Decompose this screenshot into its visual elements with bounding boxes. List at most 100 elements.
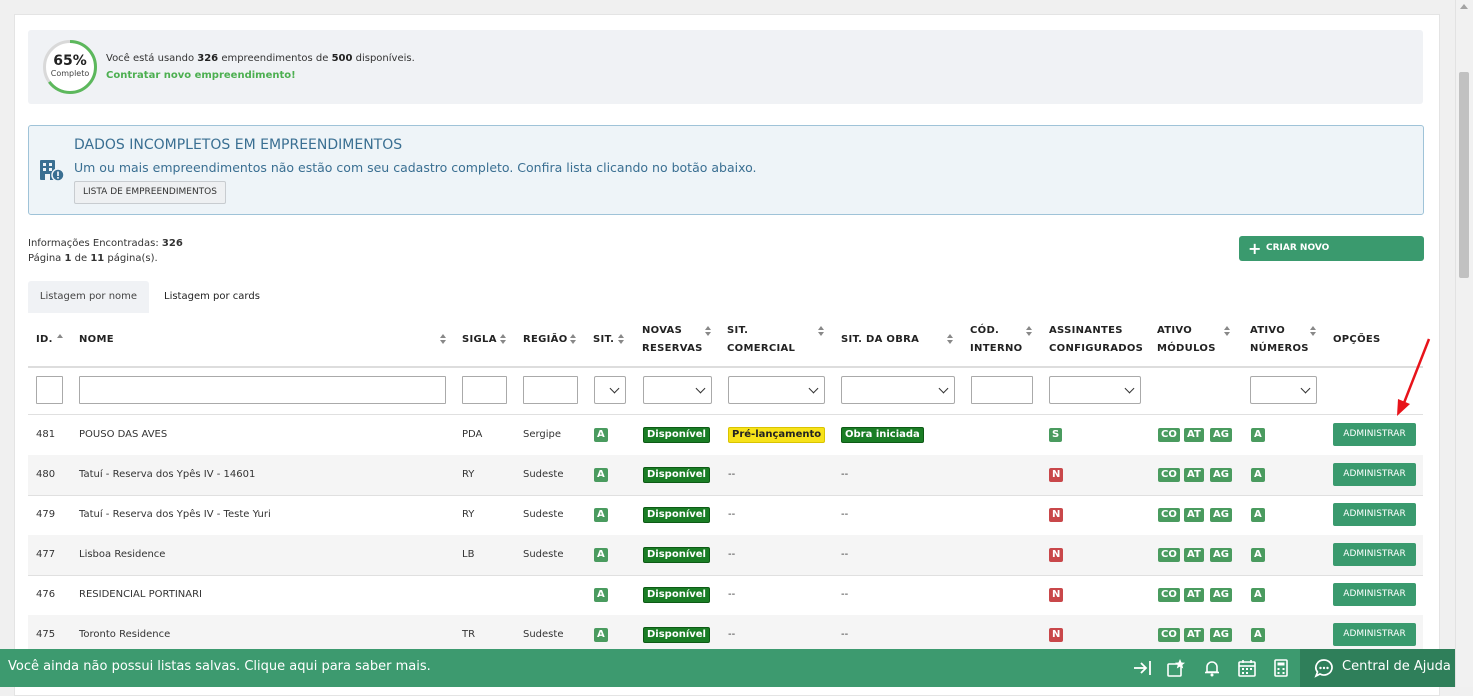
- usage-used: 326: [197, 53, 219, 64]
- filter-nome-input[interactable]: [79, 376, 446, 404]
- modulo-badge: CO: [1158, 428, 1180, 442]
- sit-badge: A: [594, 588, 608, 602]
- sort-icon[interactable]: [439, 334, 447, 346]
- numeros-badge: A: [1251, 548, 1265, 562]
- assinantes-badge: N: [1049, 588, 1064, 602]
- sort-icon[interactable]: [499, 334, 507, 346]
- help-center-label: Central de Ajuda: [1342, 659, 1451, 674]
- calculator-icon[interactable]: [1271, 658, 1291, 678]
- row-id: 479: [36, 509, 56, 520]
- tab-list-by-name[interactable]: Listagem por nome: [28, 281, 149, 313]
- sort-icon[interactable]: [817, 326, 825, 338]
- usage-text: Você está usando 326 empreendimentos de …: [106, 53, 415, 64]
- calendar-icon[interactable]: [1237, 658, 1257, 678]
- chevron-down-icon: [808, 383, 819, 394]
- row-sigla: RY: [462, 509, 475, 520]
- sort-icon[interactable]: [1309, 326, 1317, 338]
- usage-percent: 65% Completo: [42, 39, 98, 95]
- results-count: Informações Encontradas: 326: [28, 238, 183, 249]
- sort-icon[interactable]: [617, 334, 625, 346]
- row-sigla: RY: [462, 469, 475, 480]
- usage-panel: 65% Completo Você está usando 326 empree…: [28, 30, 1423, 104]
- bell-icon[interactable]: [1202, 658, 1222, 678]
- modulo-badge: AT: [1184, 628, 1204, 642]
- col-sit[interactable]: SIT.: [593, 314, 614, 366]
- sort-icon[interactable]: [1025, 326, 1033, 338]
- filter-sigla-input[interactable]: [462, 376, 507, 404]
- row-id: 477: [36, 549, 56, 560]
- saved-lists-message[interactable]: Você ainda não possui listas salvas. Cli…: [8, 649, 431, 685]
- col-nome[interactable]: NOME: [79, 314, 114, 366]
- filter-id-input[interactable]: [36, 376, 63, 404]
- col-ativo-modulos[interactable]: ATIVO MÓDULOS: [1157, 314, 1216, 366]
- filter-assinantes-select[interactable]: [1049, 376, 1141, 404]
- sort-icon[interactable]: [946, 334, 954, 346]
- tab-list-by-cards[interactable]: Listagem por cards: [164, 281, 260, 313]
- sort-asc-icon[interactable]: [56, 334, 64, 346]
- filter-reservas-select[interactable]: [643, 376, 712, 404]
- col-regiao[interactable]: REGIÃO: [523, 314, 568, 366]
- administrar-button[interactable]: ADMINISTRAR: [1333, 543, 1416, 566]
- filter-sit-select[interactable]: [594, 376, 626, 404]
- modulo-badge: AG: [1210, 628, 1232, 642]
- administrar-button[interactable]: ADMINISTRAR: [1333, 583, 1416, 606]
- assinantes-badge: N: [1049, 628, 1064, 642]
- table-row: 477 Lisboa Residence LB Sudeste A Disponível -…: [28, 535, 1423, 576]
- incomplete-data-alert: DADOS INCOMPLETOS EM EMPREENDIMENTOS Um …: [28, 125, 1424, 215]
- sit-badge: A: [594, 508, 608, 522]
- col-ativo-numeros[interactable]: ATIVO NÚMEROS: [1250, 314, 1309, 366]
- chevron-down-icon: [609, 383, 620, 394]
- row-sigla: PDA: [462, 429, 483, 440]
- star-list-icon[interactable]: [1166, 658, 1186, 678]
- col-assinantes[interactable]: ASSINANTES CONFIGURADOS: [1049, 314, 1143, 366]
- usage-percent-value: 65%: [53, 53, 87, 69]
- modulo-badge: AT: [1184, 588, 1204, 602]
- administrar-button[interactable]: ADMINISTRAR: [1333, 503, 1416, 526]
- page-scrollbar[interactable]: [1455, 0, 1473, 687]
- sort-icon[interactable]: [1223, 326, 1231, 338]
- reservas-badge: Disponível: [643, 427, 710, 443]
- filter-obra-select[interactable]: [841, 376, 955, 404]
- contract-link[interactable]: Contratar novo empreendimento!: [106, 70, 296, 81]
- col-id[interactable]: ID.: [36, 314, 53, 366]
- modulo-badge: AG: [1210, 428, 1232, 442]
- filter-comercial-select[interactable]: [728, 376, 825, 404]
- col-sit-comercial[interactable]: SIT. COMERCIAL: [727, 314, 795, 366]
- col-cod-interno[interactable]: CÓD. INTERNO: [970, 314, 1022, 366]
- table-row: 476 RESIDENCIAL PORTINARI A Disponível -- -- N…: [28, 575, 1423, 616]
- numeros-badge: A: [1251, 468, 1265, 482]
- sort-icon[interactable]: [704, 326, 712, 338]
- usage-percent-label: Completo: [50, 69, 90, 78]
- row-sigla: LB: [462, 549, 475, 560]
- pagination-info: Página 1 de 11 página(s).: [28, 253, 158, 264]
- table-row: 480 Tatuí - Reserva dos Ypês IV - 14601 RY…: [28, 455, 1423, 496]
- chevron-down-icon: [695, 383, 706, 394]
- reservas-badge: Disponível: [643, 627, 710, 643]
- col-sit-obra[interactable]: SIT. DA OBRA: [841, 314, 919, 366]
- collapse-icon[interactable]: [1132, 658, 1152, 678]
- col-sigla[interactable]: SIGLA: [462, 314, 497, 366]
- col-novas-reservas[interactable]: NOVAS RESERVAS: [642, 314, 703, 366]
- red-arrow-annotation: [1397, 338, 1431, 416]
- col-opcoes: OPÇÕES: [1333, 334, 1381, 345]
- row-nome: POUSO DAS AVES: [79, 429, 168, 440]
- modulo-badge: AT: [1184, 548, 1204, 562]
- scroll-up-icon[interactable]: [1460, 4, 1468, 9]
- filter-row: [28, 368, 1423, 415]
- sort-icon[interactable]: [569, 334, 577, 346]
- list-projects-button[interactable]: LISTA DE EMPREENDIMENTOS: [74, 181, 226, 204]
- modulo-badge: AG: [1210, 548, 1232, 562]
- administrar-button[interactable]: ADMINISTRAR: [1333, 463, 1416, 486]
- filter-regiao-input[interactable]: [523, 376, 578, 404]
- filter-numeros-select[interactable]: [1250, 376, 1317, 404]
- row-nome: Tatuí - Reserva dos Ypês IV - Teste Yuri: [79, 509, 271, 520]
- administrar-button[interactable]: ADMINISTRAR: [1333, 623, 1416, 646]
- filter-cod-input[interactable]: [971, 376, 1033, 404]
- row-regiao: Sergipe: [523, 429, 562, 440]
- scrollbar-thumb[interactable]: [1459, 72, 1469, 278]
- create-project-button[interactable]: + CRIAR NOVO EMPREENDIMENTO: [1239, 236, 1424, 278]
- help-center-button[interactable]: Central de Ajuda: [1300, 649, 1456, 687]
- modulo-badge: CO: [1158, 468, 1180, 482]
- administrar-button[interactable]: ADMINISTRAR: [1333, 423, 1416, 446]
- numeros-badge: A: [1251, 628, 1265, 642]
